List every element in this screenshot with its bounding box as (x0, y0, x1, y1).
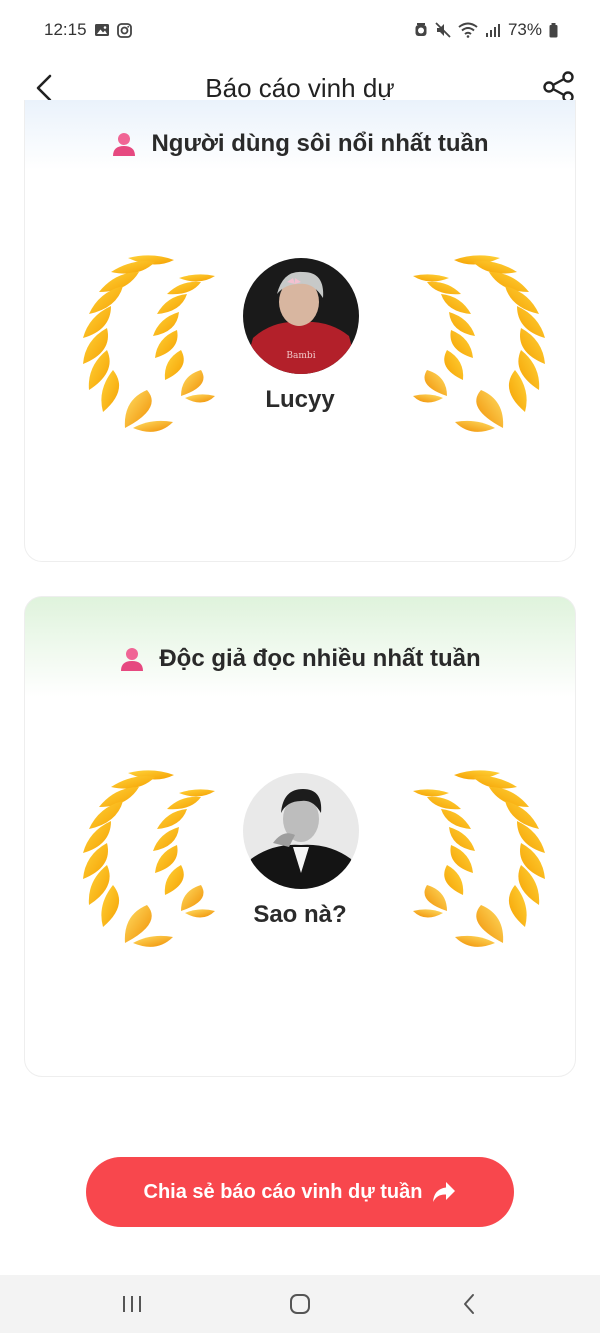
share-report-label: Chia sẻ báo cáo vinh dự tuần (143, 1180, 423, 1203)
gallery-icon (94, 23, 110, 37)
battery-percent: 73% (507, 20, 542, 39)
card-heading: Độc giả đọc nhiều nhất tuần (25, 645, 575, 673)
winner-name: Sao nà? (253, 901, 347, 928)
svg-text:Bambi: Bambi (286, 351, 315, 361)
forward-arrow-icon (433, 1182, 456, 1202)
nav-back-button[interactable] (454, 1291, 484, 1317)
status-right: 73% (414, 20, 558, 40)
mute-icon (435, 22, 451, 38)
status-bar: 12:15 73% (0, 0, 600, 60)
home-button[interactable] (285, 1291, 315, 1317)
user-icon (119, 646, 145, 672)
card-heading: Người dùng sôi nổi nhất tuần (25, 130, 575, 158)
card-heading-text: Người dùng sôi nổi nhất tuần (151, 130, 489, 157)
share-icon (543, 71, 574, 103)
signal-icon (485, 23, 501, 37)
home-icon (290, 1294, 310, 1314)
recents-icon (123, 1296, 141, 1312)
user-icon (111, 131, 137, 157)
card-heading-text: Độc giả đọc nhiều nhất tuần (159, 645, 481, 672)
most-active-user-card: Người dùng sôi nổi nhất tuần Bambi Lucyy (24, 100, 576, 562)
back-icon (464, 1294, 474, 1314)
status-time: 12:15 (44, 20, 87, 39)
wifi-icon (458, 22, 478, 38)
top-reader-card: Độc giả đọc nhiều nhất tuần Sao nà? (24, 596, 576, 1077)
alarm-icon (414, 22, 428, 38)
page-title: Báo cáo vinh dự (205, 72, 395, 103)
avatar[interactable]: Bambi (243, 258, 359, 374)
battery-icon (549, 22, 558, 38)
award-block: Sao nà? (25, 763, 575, 963)
winner-name: Lucyy (265, 386, 335, 413)
system-nav-bar (0, 1275, 600, 1333)
share-report-button[interactable]: Chia sẻ báo cáo vinh dự tuần (86, 1157, 514, 1227)
recents-button[interactable] (117, 1291, 147, 1317)
award-block: Bambi Lucyy (25, 248, 575, 448)
status-left: 12:15 (44, 20, 132, 40)
chevron-left-icon (36, 74, 52, 102)
instagram-icon (116, 22, 132, 38)
avatar[interactable] (243, 773, 359, 889)
